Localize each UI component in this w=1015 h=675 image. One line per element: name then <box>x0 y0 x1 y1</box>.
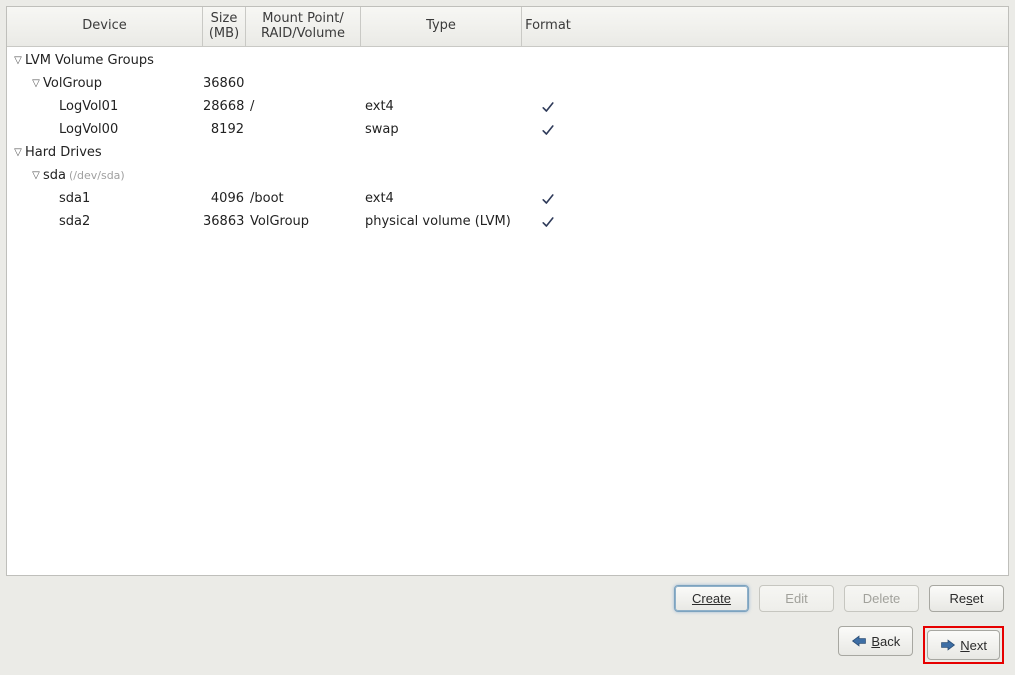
create-button[interactable]: Create <box>674 585 749 612</box>
partition-table: Device Size (MB) Mount Point/ RAID/Volum… <box>6 6 1009 576</box>
arrow-left-icon <box>851 634 867 648</box>
size-cell: 8192 <box>203 122 246 137</box>
delete-button: Delete <box>844 585 919 612</box>
mount-cell: / <box>246 99 361 114</box>
format-cell <box>522 99 574 115</box>
mount-cell: VolGroup <box>246 214 361 229</box>
tree-leaf-row[interactable]: sda2 36863VolGroupphysical volume (LVM) <box>7 210 1008 233</box>
type-cell: ext4 <box>361 191 522 206</box>
type-cell: ext4 <box>361 99 522 114</box>
device-path: (/dev/sda) <box>69 169 125 182</box>
format-cell <box>522 122 574 138</box>
table-header: Device Size (MB) Mount Point/ RAID/Volum… <box>7 7 1008 47</box>
nav-buttons: Back Next <box>1 620 1014 674</box>
col-header-mount[interactable]: Mount Point/ RAID/Volume <box>246 7 361 46</box>
col-header-size[interactable]: Size (MB) <box>203 7 246 46</box>
next-highlight-box: Next <box>923 626 1004 664</box>
edit-button: Edit <box>759 585 834 612</box>
col-header-type[interactable]: Type <box>361 7 522 46</box>
action-buttons: Create Edit Delete Reset <box>1 581 1014 620</box>
arrow-right-icon <box>940 638 956 652</box>
device-label: sda <box>43 168 66 183</box>
device-label: LogVol00 <box>59 122 118 137</box>
tree-leaf-row[interactable]: LogVol01 28668/ext4 <box>7 95 1008 118</box>
col-header-device[interactable]: Device <box>7 7 203 46</box>
type-cell: swap <box>361 122 522 137</box>
tree-group-row[interactable]: ▽sda(/dev/sda) <box>7 164 1008 187</box>
expander-icon[interactable]: ▽ <box>29 170 43 181</box>
device-label: sda1 <box>59 191 90 206</box>
expander-icon[interactable]: ▽ <box>11 55 25 66</box>
expander-icon[interactable]: ▽ <box>11 147 25 158</box>
type-cell: physical volume (LVM) <box>361 214 522 229</box>
size-cell: 36863 <box>203 214 246 229</box>
device-label: VolGroup <box>43 76 102 91</box>
format-cell <box>522 214 574 230</box>
size-cell: 4096 <box>203 191 246 206</box>
tree-leaf-row[interactable]: LogVol00 8192 swap <box>7 118 1008 141</box>
tree-leaf-row[interactable]: sda1 4096/bootext4 <box>7 187 1008 210</box>
size-cell: 28668 <box>203 99 246 114</box>
tree-group-row[interactable]: ▽LVM Volume Groups <box>7 49 1008 72</box>
col-header-format[interactable]: Format <box>522 7 574 46</box>
tree-group-row[interactable]: ▽Hard Drives <box>7 141 1008 164</box>
back-button[interactable]: Back <box>838 626 913 656</box>
format-cell <box>522 191 574 207</box>
next-button[interactable]: Next <box>927 630 1000 660</box>
mount-cell: /boot <box>246 191 361 206</box>
device-label: LogVol01 <box>59 99 118 114</box>
tree-group-row[interactable]: ▽VolGroup 36860 <box>7 72 1008 95</box>
device-label: Hard Drives <box>25 145 102 160</box>
device-label: LVM Volume Groups <box>25 53 154 68</box>
expander-icon[interactable]: ▽ <box>29 78 43 89</box>
reset-button[interactable]: Reset <box>929 585 1004 612</box>
device-label: sda2 <box>59 214 90 229</box>
size-cell: 36860 <box>203 76 246 91</box>
table-body[interactable]: ▽LVM Volume Groups▽VolGroup36860LogVol01… <box>7 47 1008 575</box>
